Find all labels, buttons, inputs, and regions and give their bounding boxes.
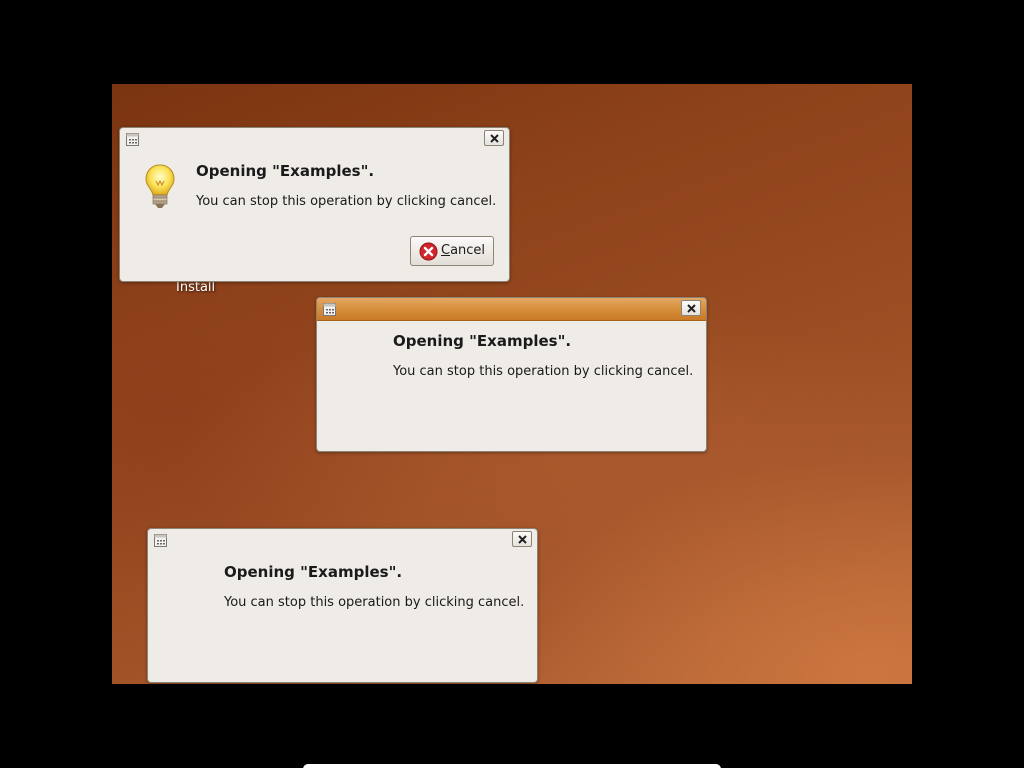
progress-dialog-3: Opening "Examples". You can stop this op… (147, 528, 538, 683)
desktop-icon-install-label[interactable]: Install (176, 280, 215, 295)
window-app-icon (323, 303, 336, 316)
close-icon (687, 304, 696, 313)
progress-dialog-1: Opening "Examples". You can stop this op… (119, 127, 510, 282)
close-icon (490, 134, 499, 143)
dialog-message: You can stop this operation by clicking … (393, 364, 694, 379)
dialog-heading: Opening "Examples". (393, 332, 572, 350)
dialog-titlebar[interactable] (148, 529, 537, 551)
cancel-button[interactable]: Cancel (410, 236, 494, 266)
dialog-titlebar[interactable] (317, 298, 706, 321)
dialog-message: You can stop this operation by clicking … (196, 194, 497, 209)
screen: Install Opening "Examples". You can stop… (0, 0, 1024, 768)
bottom-panel-edge (303, 764, 721, 768)
progress-dialog-2: Opening "Examples". You can stop this op… (316, 297, 707, 452)
dialog-message: You can stop this operation by clicking … (224, 595, 525, 610)
close-button[interactable] (484, 130, 504, 146)
close-button[interactable] (512, 531, 532, 547)
close-button[interactable] (681, 300, 701, 316)
cancel-button-label: Cancel (441, 243, 486, 258)
cancel-icon (419, 242, 438, 261)
close-icon (518, 535, 527, 544)
window-app-icon (126, 133, 139, 146)
lightbulb-icon (145, 164, 175, 208)
dialog-titlebar[interactable] (120, 128, 509, 150)
window-app-icon (154, 534, 167, 547)
dialog-heading: Opening "Examples". (196, 162, 375, 180)
dialog-heading: Opening "Examples". (224, 563, 403, 581)
